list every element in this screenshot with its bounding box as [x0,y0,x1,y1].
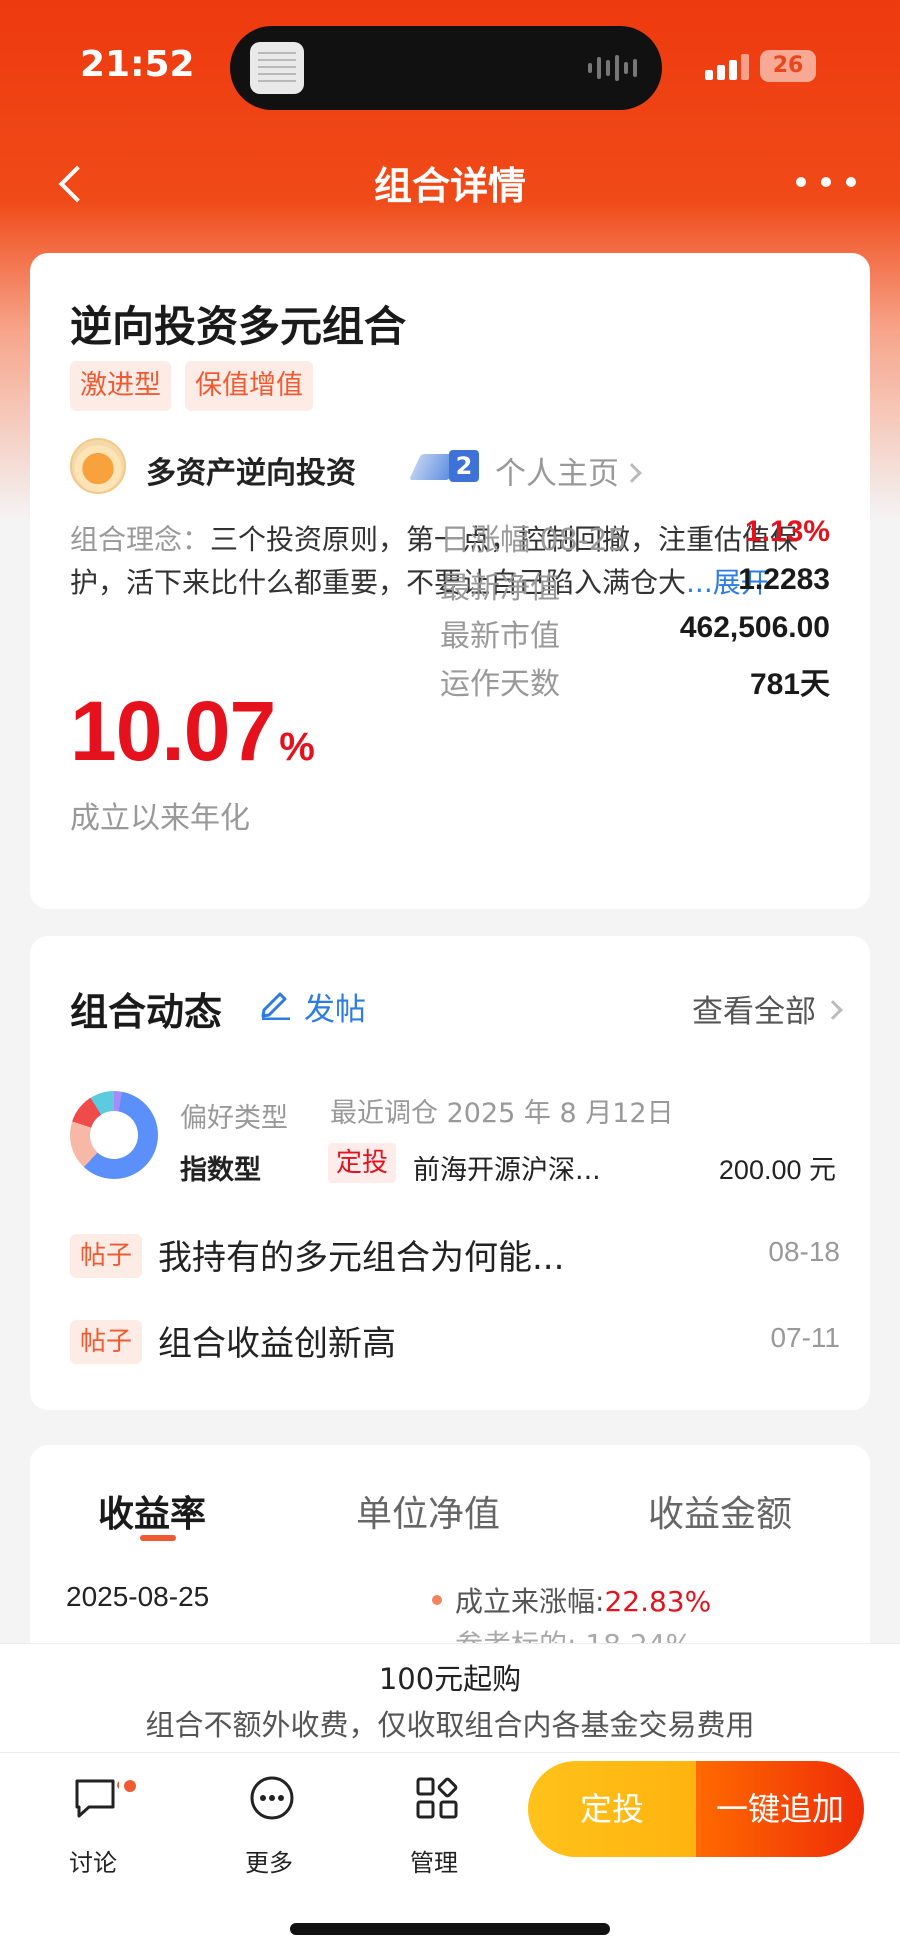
tab-return-rate[interactable]: 收益率 [98,1485,206,1537]
active-tab-indicator [140,1535,176,1541]
rebalance-type-tag: 定投 [328,1143,397,1183]
chart-date: 2025-08-25 [66,1581,210,1612]
list-item[interactable]: 帖子 组合收益创新高 07-11 [70,1316,840,1370]
one-click-add-button[interactable]: 一键追加 [696,1761,864,1857]
chevron-right-icon [622,463,642,483]
auto-invest-button[interactable]: 定投 [528,1761,696,1857]
allocation-donut-chart[interactable] [70,1091,158,1179]
portfolio-name: 逆向投资多元组合 [70,302,407,351]
more-options-icon[interactable] [796,167,856,197]
post-date: 07-11 [770,1322,840,1353]
dynamic-island [230,26,662,110]
view-all-link[interactable]: 查看全部 [692,986,843,1031]
cta-group: 定投 一键追加 [528,1761,864,1857]
annualized-return: 10.07% [70,684,315,778]
rebalance-fund[interactable]: 前海开源沪深... [413,1148,601,1187]
portfolio-summary-card: 逆向投资多元组合 激进型 保值增值 多资产逆向投资 2 个人主页 组合理念：三个… [30,253,870,909]
home-indicator[interactable] [290,1923,610,1935]
status-time: 21:52 [80,44,195,85]
manage-button[interactable]: 管理 [379,1765,489,1877]
avatar[interactable] [70,438,126,494]
stat-nav: 最新净值 1.2283 [440,563,830,606]
preference-label: 偏好类型 [180,1103,288,1134]
concept-label: 组合理念： [70,523,211,556]
fee-notice: 100元起购 组合不额外收费，仅收取组合内各基金交易费用 [0,1643,900,1753]
battery-icon: 26 [760,50,816,82]
status-bar: 21:52 26 [0,0,900,135]
homepage-link[interactable]: 个人主页 [495,448,642,493]
annualized-return-label: 成立以来年化 [70,801,250,836]
legend-cumulative-return: 成立来涨幅:22.83% [455,1585,712,1618]
edit-icon [261,992,290,1020]
post-title[interactable]: 我持有的多元组合为何能... [158,1230,564,1279]
dynamics-title: 组合动态 [70,990,223,1034]
bottom-action-bar: 讨论 更多 管理 定投 一键追加 [0,1753,900,1951]
legend-dot-icon [432,1595,442,1605]
more-circle-icon [250,1776,294,1820]
navigation-bar: 组合详情 [0,135,900,235]
portfolio-dynamics-card: 组合动态 发帖 查看全部 偏好类型 指数型 最近调仓 2025 年 8 月12日… [30,936,870,1410]
min-purchase-text: 100元起购 [378,1662,522,1696]
list-item[interactable]: 帖子 我持有的多元组合为何能... 08-18 [70,1230,840,1284]
author-name[interactable]: 多资产逆向投资 [146,448,356,492]
preference-value: 指数型 [180,1155,261,1186]
unread-dot-icon [124,1780,136,1792]
performance-chart-card: 收益率 单位净值 收益金额 2025-08-25 成立来涨幅:22.83% 参考… [30,1445,870,1661]
signal-icon [705,52,749,80]
grid-manage-icon [416,1777,458,1819]
post-date: 08-18 [768,1236,840,1267]
rebalance-date: 最近调仓 2025 年 8 月12日 [330,1098,674,1129]
rebalance-amount: 200.00 元 [718,1155,836,1185]
author-row[interactable]: 多资产逆向投资 2 个人主页 [70,438,830,504]
post-tag: 帖子 [70,1234,143,1278]
chat-icon [75,1779,119,1818]
tab-unit-nav[interactable]: 单位净值 [356,1485,500,1537]
risk-tag: 激进型 [70,361,171,411]
page-title: 组合详情 [373,164,526,208]
fee-text: 组合不额外收费，仅收取组合内各基金交易费用 [145,1708,755,1742]
discuss-button[interactable]: 讨论 [38,1765,148,1877]
audio-wave-icon [588,54,638,82]
notification-thumbnail [250,42,304,94]
stat-daily-change: 日涨幅 08-25 1.13% [440,515,830,558]
goal-tag: 保值增值 [185,361,313,411]
post-title[interactable]: 组合收益创新高 [158,1316,396,1365]
stat-running-days: 运作天数 781天 [440,667,830,702]
post-tag: 帖子 [70,1320,143,1364]
stat-market-value: 最新市值 462,506.00 [440,611,830,654]
tab-return-amount[interactable]: 收益金额 [648,1485,792,1537]
more-button[interactable]: 更多 [214,1765,324,1877]
level-badge-icon: 2 [408,450,481,484]
chevron-right-icon [823,1000,843,1020]
